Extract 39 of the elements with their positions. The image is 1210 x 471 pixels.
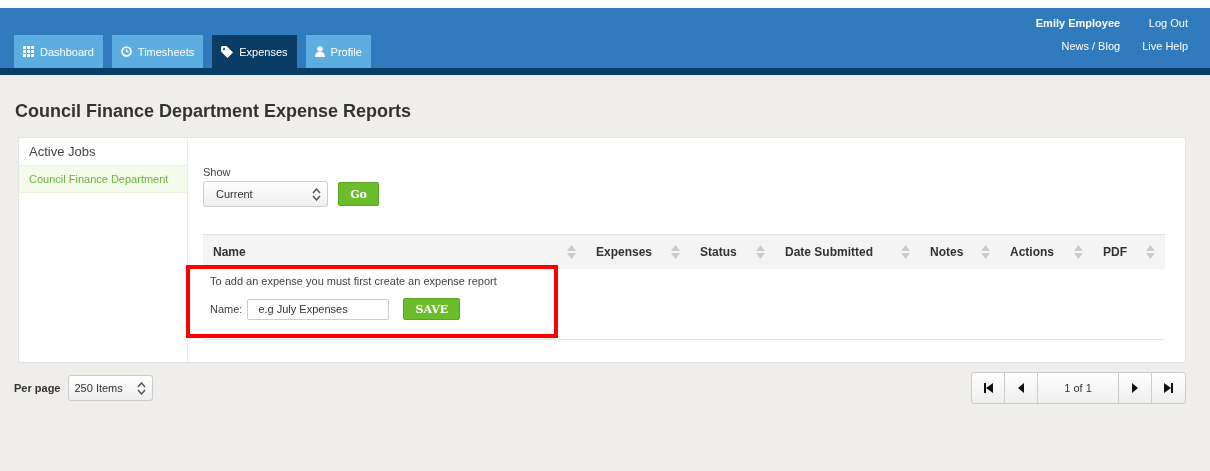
column-header[interactable]: Name: [213, 245, 246, 259]
column-header[interactable]: PDF: [1103, 245, 1127, 259]
page-indicator: 1 of 1: [1038, 373, 1119, 403]
updown-icon: [137, 381, 147, 395]
user-name: Emily Employee: [1035, 17, 1121, 29]
triangle-left-icon: [1018, 383, 1024, 393]
sidebar-heading: Active Jobs: [28, 143, 97, 161]
nav-tab[interactable]: Expenses: [212, 35, 297, 68]
clock-icon: [120, 46, 132, 57]
column-header[interactable]: Date Submitted: [785, 245, 873, 259]
skip-back-icon: [983, 383, 993, 393]
field-label: Show: [203, 166, 231, 178]
name-field[interactable]: e.g July Expenses: [247, 298, 390, 320]
header-link[interactable]: Live Help: [1142, 40, 1188, 52]
column-header[interactable]: Expenses: [596, 245, 653, 259]
info-message: To add an expense you must first create an expense report: [210, 275, 498, 287]
user-icon: [314, 46, 325, 57]
column-header[interactable]: Status: [700, 245, 737, 259]
updown-icon: [312, 187, 321, 201]
sort-icon: [1074, 245, 1083, 259]
column-header[interactable]: Actions: [1010, 245, 1054, 259]
sort-icon: [981, 245, 990, 259]
show-select[interactable]: Current: [203, 181, 328, 207]
sort-icon: [756, 245, 765, 259]
sort-icon: [1146, 245, 1155, 259]
header-link[interactable]: Log Out: [1148, 17, 1188, 29]
field-label: Per page: [14, 382, 61, 394]
per-page-select[interactable]: 250 Items: [68, 375, 154, 401]
tag-icon: [221, 45, 234, 58]
column-header[interactable]: Notes: [930, 245, 964, 259]
grid-icon: [23, 46, 34, 57]
triangle-right-icon: [1132, 383, 1138, 393]
sort-icon: [671, 245, 680, 259]
page-title: Council Finance Department Expense Reports: [15, 101, 413, 122]
sort-icon: [901, 245, 910, 259]
sort-icon: [567, 245, 576, 259]
field-label: Name:: [210, 303, 243, 315]
header-link[interactable]: News / Blog: [1061, 40, 1121, 52]
skip-forward-icon: [1164, 383, 1173, 393]
